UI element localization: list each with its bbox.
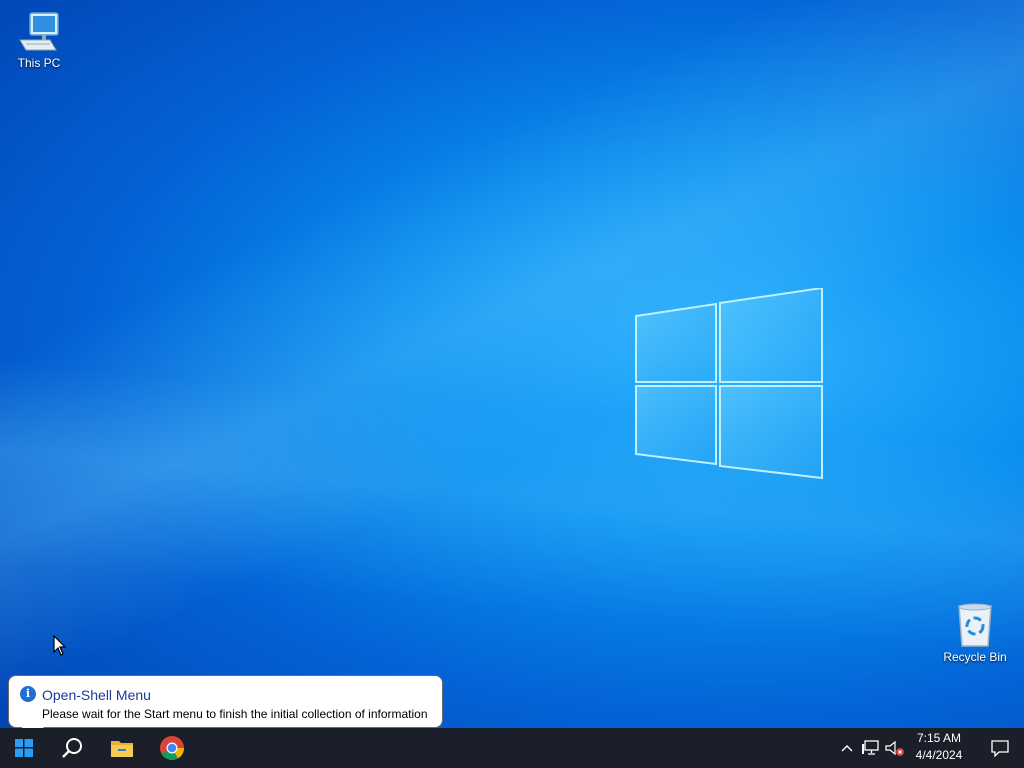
clock-date: 4/4/2024 [915, 748, 963, 762]
taskbar: 7:15 AM 4/4/2024 [0, 728, 1024, 768]
info-icon: i [20, 686, 36, 702]
network-icon [862, 740, 879, 755]
desktop-icon-this-pc[interactable]: This PC [1, 10, 77, 70]
network-tray-button[interactable] [860, 728, 882, 768]
desktop-icon-label: Recycle Bin [943, 650, 1007, 664]
mouse-cursor [53, 635, 67, 656]
file-explorer-button[interactable] [98, 728, 146, 768]
wallpaper-light-beam [0, 0, 1024, 728]
windows-start-icon [15, 739, 33, 757]
chrome-button[interactable] [148, 728, 196, 768]
volume-muted-icon [885, 740, 904, 756]
search-button[interactable] [48, 728, 96, 768]
action-center-button[interactable] [976, 728, 1024, 768]
volume-tray-button[interactable] [884, 728, 906, 768]
chrome-icon [160, 736, 184, 761]
notification-icon [991, 739, 1009, 757]
start-button[interactable] [0, 728, 48, 768]
wallpaper-light-beam-lower [0, 0, 1024, 728]
chevron-up-icon [841, 745, 853, 752]
open-shell-notification-balloon[interactable]: i Open-Shell Menu Please wait for the St… [8, 675, 443, 728]
balloon-message: Please wait for the Start menu to finish… [42, 707, 428, 721]
show-hidden-icons-button[interactable] [838, 728, 856, 768]
folder-icon [111, 741, 133, 757]
clock-time: 7:15 AM [916, 731, 962, 745]
taskbar-clock[interactable]: 7:15 AM 4/4/2024 [906, 730, 972, 766]
desktop-icon-label: This PC [17, 56, 61, 70]
balloon-title: Open-Shell Menu [42, 687, 151, 703]
desktop-icon-recycle-bin[interactable]: Recycle Bin [937, 602, 1013, 664]
computer-icon [19, 12, 59, 51]
windows-logo-wallpaper [635, 288, 823, 480]
recycle-bin-icon [958, 603, 992, 647]
search-icon [62, 738, 82, 758]
